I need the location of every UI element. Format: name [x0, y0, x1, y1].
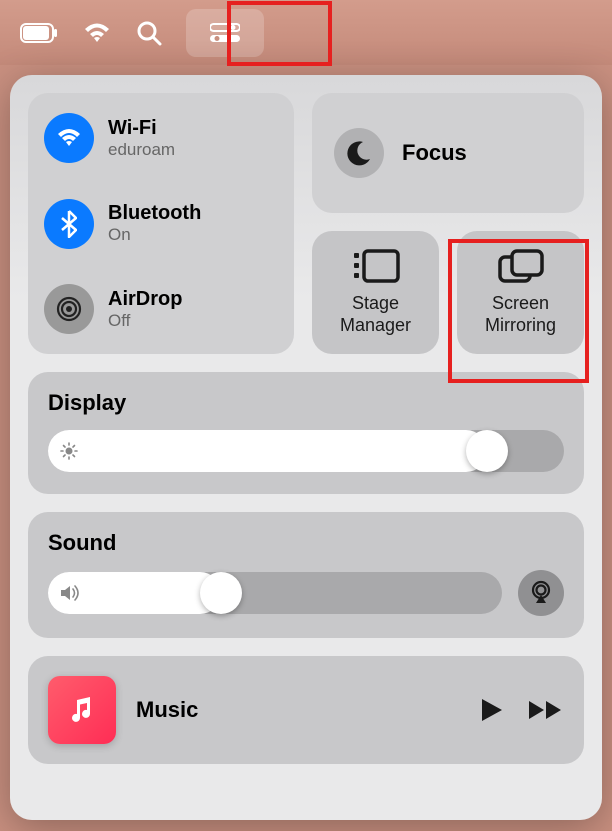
control-center-icon[interactable]: [186, 9, 264, 57]
airplay-icon: [528, 580, 554, 606]
battery-icon[interactable]: [20, 23, 58, 43]
focus-label: Focus: [402, 140, 467, 166]
sound-slider[interactable]: [48, 572, 502, 614]
stage-manager-tile[interactable]: Stage Manager: [312, 231, 439, 354]
display-card: Display: [28, 372, 584, 494]
moon-icon: [334, 128, 384, 178]
stage-manager-label: Stage Manager: [340, 293, 411, 336]
screen-mirroring-tile[interactable]: Screen Mirroring: [457, 231, 584, 354]
wifi-icon: [44, 113, 94, 163]
music-title: Music: [136, 697, 460, 723]
search-icon[interactable]: [136, 20, 162, 46]
bluetooth-icon: [44, 199, 94, 249]
focus-tile[interactable]: Focus: [312, 93, 584, 213]
screen-mirroring-icon: [498, 249, 544, 285]
volume-icon: [60, 584, 82, 602]
sound-card: Sound: [28, 512, 584, 638]
airplay-audio-button[interactable]: [518, 570, 564, 616]
bluetooth-status: On: [108, 225, 201, 245]
sound-label: Sound: [48, 530, 564, 556]
stage-manager-icon: [352, 249, 400, 285]
airdrop-status: Off: [108, 311, 182, 331]
music-card[interactable]: Music: [28, 656, 584, 764]
screen-mirroring-label: Screen Mirroring: [485, 293, 556, 336]
wifi-icon[interactable]: [82, 22, 112, 44]
control-center-panel: Wi-Fi eduroam Bluetooth On AirDrop: [10, 75, 602, 820]
airdrop-icon: [44, 284, 94, 334]
bluetooth-toggle[interactable]: Bluetooth On: [44, 199, 278, 249]
menubar: [0, 0, 612, 65]
wifi-title: Wi-Fi: [108, 117, 175, 140]
wifi-toggle[interactable]: Wi-Fi eduroam: [44, 113, 278, 163]
display-label: Display: [48, 390, 564, 416]
bluetooth-title: Bluetooth: [108, 202, 201, 225]
airdrop-title: AirDrop: [108, 288, 182, 311]
music-artwork: [48, 676, 116, 744]
connectivity-card: Wi-Fi eduroam Bluetooth On AirDrop: [28, 93, 294, 354]
airdrop-toggle[interactable]: AirDrop Off: [44, 284, 278, 334]
next-button[interactable]: [528, 699, 564, 721]
play-button[interactable]: [480, 697, 504, 723]
wifi-status: eduroam: [108, 140, 175, 160]
brightness-icon: [60, 442, 78, 460]
display-slider[interactable]: [48, 430, 564, 472]
